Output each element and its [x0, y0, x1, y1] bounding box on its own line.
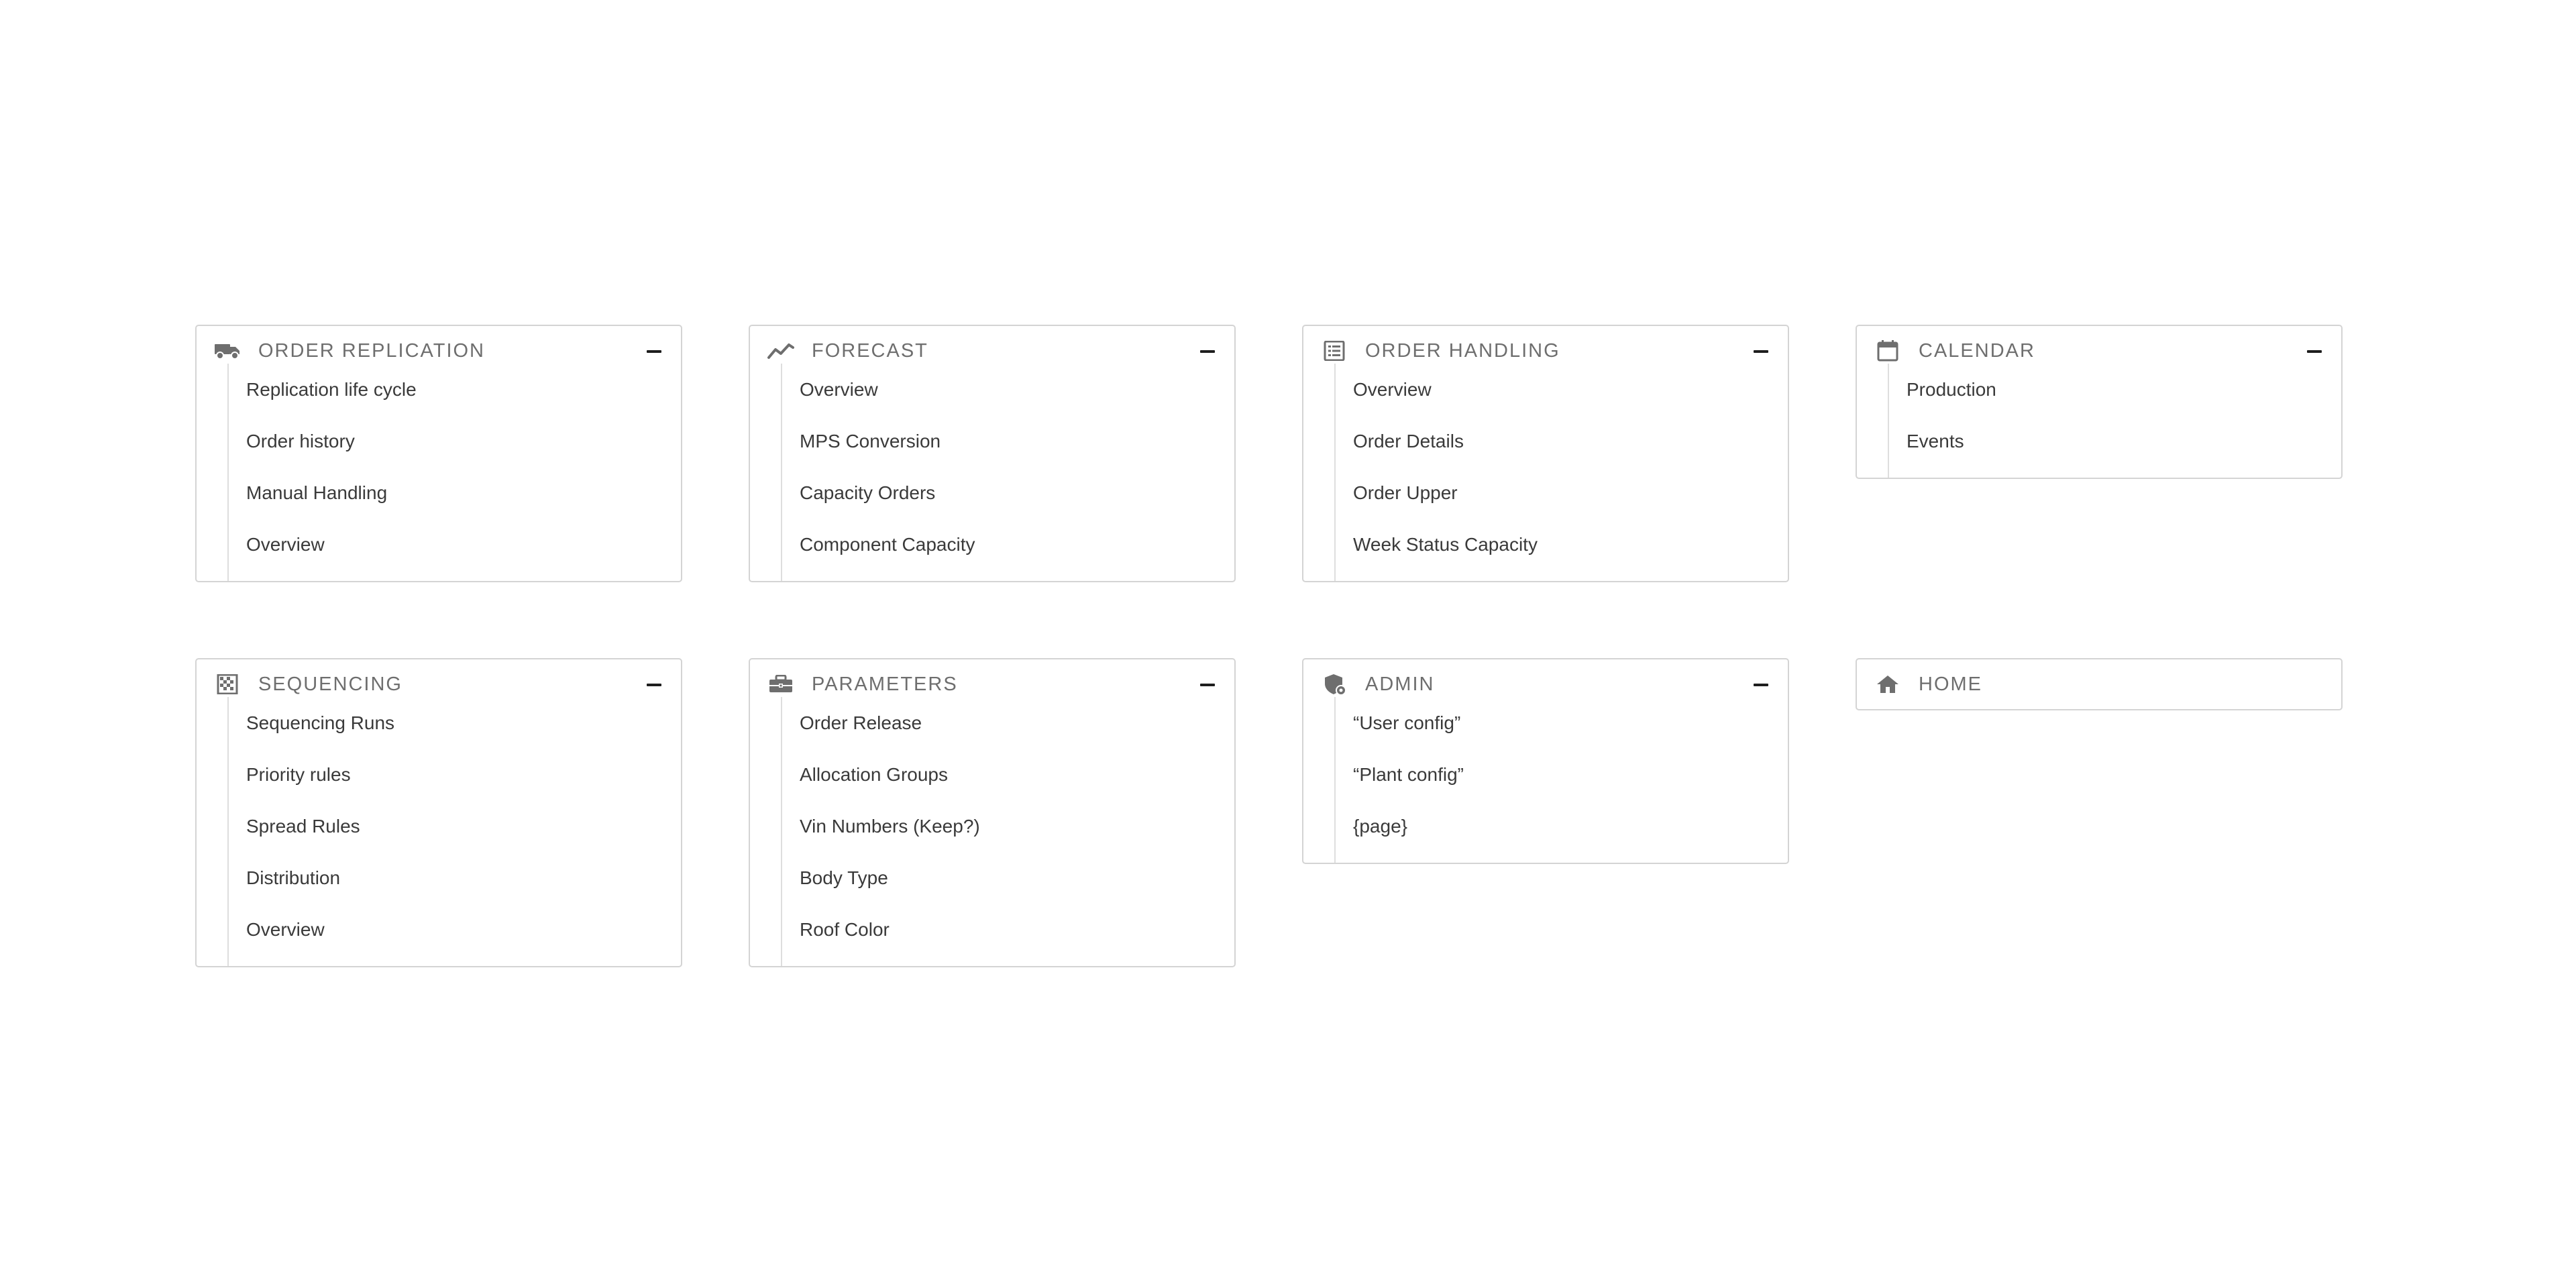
collapse-button[interactable] — [1198, 342, 1217, 361]
menu-item[interactable]: Overview — [1336, 364, 1774, 415]
menu-item[interactable]: Component Capacity — [782, 519, 1221, 570]
menu-item[interactable]: Distribution — [229, 852, 667, 904]
menu-item[interactable]: Body Type — [782, 852, 1221, 904]
menu-item[interactable]: MPS Conversion — [782, 415, 1221, 467]
menu-item[interactable]: Replication life cycle — [229, 364, 667, 415]
trending-line-icon — [767, 341, 794, 361]
menu-item[interactable]: Overview — [229, 519, 667, 570]
admin-shield-icon — [1321, 674, 1348, 695]
truck-icon — [214, 341, 241, 361]
calendar-icon — [1874, 340, 1901, 362]
menu-item[interactable]: Order Details — [1336, 415, 1774, 467]
card-title: ORDER REPLICATION — [258, 340, 486, 362]
menu-item[interactable]: Order Upper — [1336, 467, 1774, 519]
card-title: SEQUENCING — [258, 674, 402, 695]
menu-item[interactable]: Order Release — [782, 697, 1221, 749]
menu-item[interactable]: Order history — [229, 415, 667, 467]
card-title: HOME — [1919, 674, 1982, 695]
menu-item[interactable]: Vin Numbers (Keep?) — [782, 800, 1221, 852]
menu-item[interactable]: Week Status Capacity — [1336, 519, 1774, 570]
menu-item[interactable]: Overview — [782, 364, 1221, 415]
menu-item[interactable]: Allocation Groups — [782, 749, 1221, 800]
toolbox-icon — [767, 674, 794, 694]
card-items: Production Events — [1888, 364, 2328, 478]
card-items: Overview MPS Conversion Capacity Orders … — [781, 364, 1221, 581]
grid-icon — [214, 674, 241, 694]
menu-item[interactable]: Spread Rules — [229, 800, 667, 852]
menu-item[interactable]: Sequencing Runs — [229, 697, 667, 749]
collapse-button[interactable] — [1752, 676, 1770, 694]
menu-item[interactable]: Production — [1889, 364, 2328, 415]
card-items: Replication life cycle Order history Man… — [227, 364, 667, 581]
card-items: “User config” “Plant config” {page} — [1334, 697, 1774, 863]
card-title: PARAMETERS — [812, 674, 958, 695]
card-title: FORECAST — [812, 340, 928, 362]
menu-item[interactable]: Overview — [229, 904, 667, 955]
menu-item[interactable]: Capacity Orders — [782, 467, 1221, 519]
menu-item[interactable]: {page} — [1336, 800, 1774, 852]
collapse-button[interactable] — [1198, 676, 1217, 694]
card-parameters: PARAMETERS Order Release Allocation Grou… — [749, 658, 1236, 967]
list-document-icon — [1321, 341, 1348, 361]
menu-item[interactable]: “Plant config” — [1336, 749, 1774, 800]
menu-item[interactable]: Manual Handling — [229, 467, 667, 519]
card-calendar: CALENDAR Production Events — [1856, 325, 2343, 479]
card-title: ADMIN — [1365, 674, 1435, 695]
card-items: Overview Order Details Order Upper Week … — [1334, 364, 1774, 581]
menu-item[interactable]: “User config” — [1336, 697, 1774, 749]
card-home[interactable]: HOME — [1856, 658, 2343, 710]
card-order-handling: ORDER HANDLING Overview Order Details Or… — [1302, 325, 1789, 582]
card-sequencing: SEQUENCING Sequencing Runs Priority rule… — [195, 658, 682, 967]
card-header-home[interactable]: HOME — [1857, 659, 2341, 709]
card-items: Sequencing Runs Priority rules Spread Ru… — [227, 697, 667, 966]
home-icon — [1874, 674, 1901, 694]
collapse-button[interactable] — [645, 676, 663, 694]
menu-item[interactable]: Roof Color — [782, 904, 1221, 955]
collapse-button[interactable] — [1752, 342, 1770, 361]
card-items: Order Release Allocation Groups Vin Numb… — [781, 697, 1221, 966]
card-title: ORDER HANDLING — [1365, 340, 1560, 362]
collapse-button[interactable] — [645, 342, 663, 361]
card-order-replication: ORDER REPLICATION Replication life cycle… — [195, 325, 682, 582]
card-title: CALENDAR — [1919, 340, 2035, 362]
collapse-button[interactable] — [2305, 342, 2324, 361]
card-admin: ADMIN “User config” “Plant config” {page… — [1302, 658, 1789, 864]
menu-item[interactable]: Events — [1889, 415, 2328, 467]
card-forecast: FORECAST Overview MPS Conversion Capacit… — [749, 325, 1236, 582]
menu-item[interactable]: Priority rules — [229, 749, 667, 800]
